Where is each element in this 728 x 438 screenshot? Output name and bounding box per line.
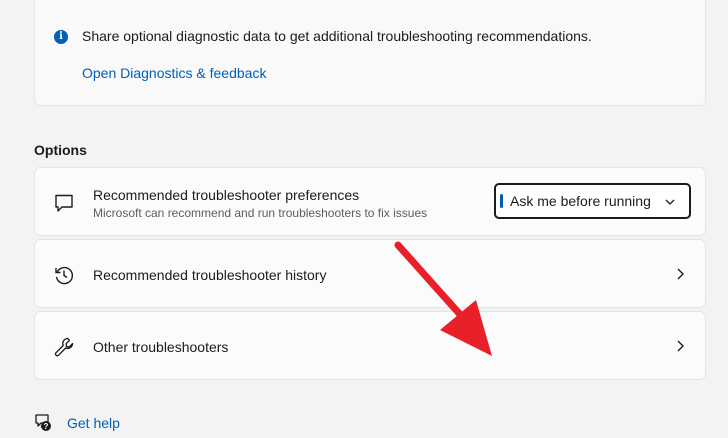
chat-icon: [55, 194, 73, 212]
settings-page: i Share optional diagnostic data to get …: [0, 0, 728, 438]
other-troubleshooters-card[interactable]: Other troubleshooters: [34, 311, 706, 380]
get-help-link[interactable]: Get help: [67, 415, 120, 431]
preferences-title: Recommended troubleshooter preferences: [93, 187, 360, 203]
chevron-right-icon: [677, 340, 684, 352]
focus-indicator: [500, 194, 503, 208]
preferences-card: Recommended troubleshooter preferences M…: [34, 167, 706, 236]
options-heading: Options: [34, 142, 87, 158]
preferences-subtitle: Microsoft can recommend and run troubles…: [93, 206, 428, 220]
preferences-dropdown[interactable]: Ask me before running: [494, 183, 691, 219]
history-title: Recommended troubleshooter history: [93, 267, 327, 283]
diagnostics-message: Share optional diagnostic data to get ad…: [82, 28, 592, 44]
info-icon: i: [54, 30, 68, 44]
history-card[interactable]: Recommended troubleshooter history: [34, 239, 706, 308]
wrench-icon: [54, 337, 74, 357]
other-troubleshooters-title: Other troubleshooters: [93, 339, 229, 355]
history-icon: [55, 266, 73, 285]
chevron-down-icon: [665, 199, 675, 205]
diagnostics-card: i Share optional diagnostic data to get …: [34, 0, 706, 106]
chevron-right-icon: [677, 268, 684, 280]
diagnostics-link[interactable]: Open Diagnostics & feedback: [82, 65, 266, 81]
dropdown-value: Ask me before running: [510, 193, 651, 209]
svg-text:?: ?: [44, 422, 49, 431]
help-icon: ?: [35, 414, 51, 431]
